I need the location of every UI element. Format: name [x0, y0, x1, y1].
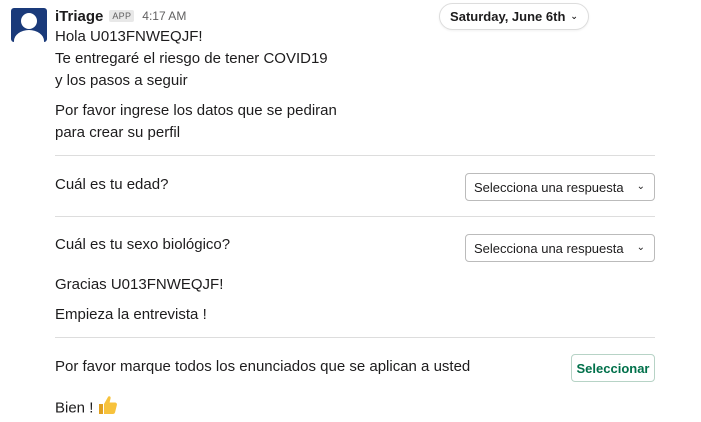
select-button[interactable]: Seleccionar [571, 354, 655, 382]
intro-text-line1: Te entregaré el riesgo de tener COVID19 [55, 50, 328, 67]
chevron-down-icon: ⌄ [636, 242, 645, 253]
sex-question: Cuál es tu sexo biológico? [55, 236, 231, 253]
interview-text: Empieza la entrevista ! [55, 306, 207, 323]
ok-text: Bien ! [55, 399, 94, 417]
sex-select-value: Selecciona una respuesta [474, 240, 624, 256]
statements-prompt: Por favor marque todos los enunciados qu… [55, 358, 471, 375]
date-label: Saturday, June 6th [450, 9, 566, 24]
age-select[interactable]: Selecciona una respuesta ⌄ [465, 173, 655, 201]
age-question: Cuál es tu edad? [55, 176, 169, 193]
intro-text-line2: y los pasos a seguir [55, 72, 188, 89]
chevron-down-icon: ⌄ [636, 181, 645, 192]
block-divider [55, 155, 655, 156]
block-divider [55, 216, 655, 217]
ok-message: Bien ! [55, 395, 118, 422]
greeting-text: Hola U013FNWEQJF! [55, 28, 203, 45]
data-text-line1: Por favor ingrese los datos que se pedir… [55, 102, 337, 119]
block-divider [55, 337, 655, 338]
chevron-down-icon: ⌄ [570, 11, 578, 21]
message-header: iTriage APP 4:17 AM [55, 7, 186, 25]
sex-select[interactable]: Selecciona una respuesta ⌄ [465, 234, 655, 262]
thanks-text: Gracias U013FNWEQJF! [55, 276, 224, 293]
data-text-line2: para crear su perfil [55, 124, 181, 141]
message-time[interactable]: 4:17 AM [142, 9, 186, 23]
app-badge: APP [109, 10, 135, 22]
sender-name[interactable]: iTriage [55, 8, 103, 25]
avatar[interactable] [11, 8, 47, 42]
age-select-value: Selecciona una respuesta [474, 179, 624, 195]
date-divider-button[interactable]: Saturday, June 6th ⌄ [439, 3, 589, 30]
thumbs-up-icon [96, 395, 118, 422]
